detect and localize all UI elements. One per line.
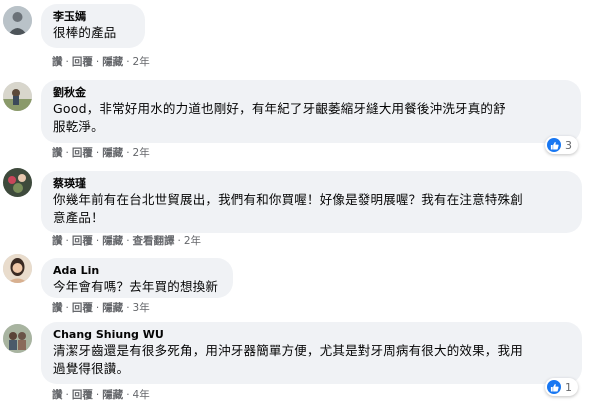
comment-text: 很棒的產品: [53, 25, 117, 40]
reaction-number: 1: [565, 380, 572, 394]
hide-link[interactable]: 隱藏: [102, 389, 123, 401]
like-icon: [547, 380, 561, 394]
comment-author[interactable]: 李玉嫣: [53, 10, 133, 24]
separator: ·: [126, 389, 130, 401]
hide-link[interactable]: 隱藏: [102, 235, 123, 247]
avatar[interactable]: [3, 168, 32, 197]
separator: ·: [95, 56, 100, 68]
comment-bubble: 劉秋金 Good，非常好用水的力道也剛好，有年紀了牙齦萎縮牙縫大用餐後沖洗牙真的…: [41, 80, 581, 143]
separator: ·: [126, 302, 130, 314]
separator: ·: [95, 235, 100, 247]
comment-actions: 讚 · 回覆 · 隱藏 · 2年: [52, 55, 150, 69]
like-icon: [547, 138, 561, 152]
separator: ·: [65, 56, 69, 68]
avatar[interactable]: [3, 324, 32, 353]
translate-link[interactable]: 查看翻譯: [133, 235, 175, 247]
timestamp[interactable]: 2年: [133, 56, 150, 68]
like-link[interactable]: 讚: [52, 235, 63, 247]
hide-link[interactable]: 隱藏: [102, 147, 123, 159]
comment-author[interactable]: 劉秋金: [53, 86, 569, 100]
separator: ·: [65, 235, 69, 247]
avatar[interactable]: [3, 6, 32, 35]
like-link[interactable]: 讚: [52, 389, 63, 401]
like-link[interactable]: 讚: [52, 147, 63, 159]
comment-text: 清潔牙齒還是有很多死角，用沖牙器簡單方便，尤其是對牙周病有很大的效果，我用 過覺…: [53, 343, 523, 376]
reaction-number: 3: [565, 138, 572, 152]
comment-actions: 讚 · 回覆 · 隱藏 · 查看翻譯 · 2年: [52, 234, 201, 248]
timestamp[interactable]: 2年: [184, 235, 201, 247]
reaction-count[interactable]: 1: [545, 378, 578, 396]
comment-author[interactable]: Ada Lin: [53, 264, 221, 278]
separator: ·: [65, 389, 69, 401]
comment-author[interactable]: 蔡瑛瑾: [53, 177, 570, 191]
reply-link[interactable]: 回覆: [72, 56, 93, 68]
comment-bubble: Chang Shiung WU 清潔牙齒還是有很多死角，用沖牙器簡單方便，尤其是…: [41, 322, 582, 384]
separator: ·: [95, 147, 100, 159]
reply-link[interactable]: 回覆: [72, 147, 93, 159]
separator: ·: [95, 302, 100, 314]
comment-text: Good，非常好用水的力道也剛好，有年紀了牙齦萎縮牙縫大用餐後沖洗牙真的舒 服乾…: [53, 101, 506, 134]
reply-link[interactable]: 回覆: [72, 389, 93, 401]
comment-actions: 讚 · 回覆 · 隱藏 · 2年: [52, 146, 150, 160]
separator: ·: [126, 56, 130, 68]
timestamp[interactable]: 4年: [133, 389, 150, 401]
hide-link[interactable]: 隱藏: [102, 302, 123, 314]
comment-actions: 讚 · 回覆 · 隱藏 · 3年: [52, 301, 150, 315]
avatar[interactable]: [3, 254, 32, 283]
comment-bubble: 李玉嫣 很棒的產品: [41, 4, 145, 48]
separator: ·: [65, 302, 69, 314]
reply-link[interactable]: 回覆: [72, 235, 93, 247]
like-link[interactable]: 讚: [52, 302, 63, 314]
reaction-count[interactable]: 3: [545, 136, 578, 154]
reply-link[interactable]: 回覆: [72, 302, 93, 314]
timestamp[interactable]: 2年: [133, 147, 150, 159]
comment-actions: 讚 · 回覆 · 隱藏 · 4年: [52, 388, 150, 402]
comment-text: 今年會有嗎？去年買的想換新: [53, 279, 219, 294]
timestamp[interactable]: 3年: [133, 302, 150, 314]
separator: ·: [126, 147, 130, 159]
separator: ·: [177, 235, 181, 247]
avatar[interactable]: [3, 82, 32, 111]
comment-bubble: Ada Lin 今年會有嗎？去年買的想換新: [41, 258, 233, 298]
comment-text: 你幾年前有在台北世貿展出，我們有和你買喔！好像是發明展喔？我有在注意特殊創 意產…: [53, 192, 523, 225]
separator: ·: [65, 147, 69, 159]
comment-bubble: 蔡瑛瑾 你幾年前有在台北世貿展出，我們有和你買喔！好像是發明展喔？我有在注意特殊…: [41, 171, 582, 233]
hide-link[interactable]: 隱藏: [102, 56, 123, 68]
comment-author[interactable]: Chang Shiung WU: [53, 328, 570, 342]
separator: ·: [126, 235, 130, 247]
separator: ·: [95, 389, 100, 401]
like-link[interactable]: 讚: [52, 56, 63, 68]
